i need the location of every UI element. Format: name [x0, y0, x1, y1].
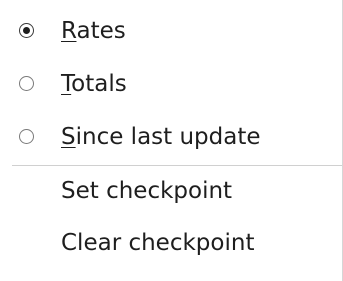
menu-item-label: Totals	[61, 71, 127, 97]
menu-item-set-checkpoint[interactable]: Set checkpoint	[0, 168, 342, 214]
label-rest: ates	[76, 18, 126, 44]
menu-item-rates[interactable]: Rates	[0, 8, 342, 54]
radio-unselected-icon[interactable]	[19, 76, 34, 91]
radio-dot	[23, 27, 30, 34]
menu-item-label: Since last update	[61, 124, 261, 150]
menu-item-label: Clear checkpoint	[61, 230, 255, 256]
menu-item-since-last-update[interactable]: Since last update	[0, 114, 342, 160]
menu-item-label: Rates	[61, 18, 126, 44]
label-rest: otals	[71, 71, 127, 97]
mnemonic: T	[61, 71, 72, 97]
menu-item-clear-checkpoint[interactable]: Clear checkpoint	[0, 220, 342, 266]
context-menu: Rates Totals Since last update Set check…	[0, 0, 343, 281]
menu-separator	[12, 165, 342, 166]
menu-item-totals[interactable]: Totals	[0, 61, 342, 107]
mnemonic: R	[61, 18, 77, 44]
radio-unselected-icon[interactable]	[19, 129, 34, 144]
mnemonic: S	[61, 124, 76, 150]
menu-item-label: Set checkpoint	[61, 178, 233, 204]
label-rest: ince last update	[75, 124, 261, 150]
radio-selected-icon[interactable]	[19, 23, 34, 38]
